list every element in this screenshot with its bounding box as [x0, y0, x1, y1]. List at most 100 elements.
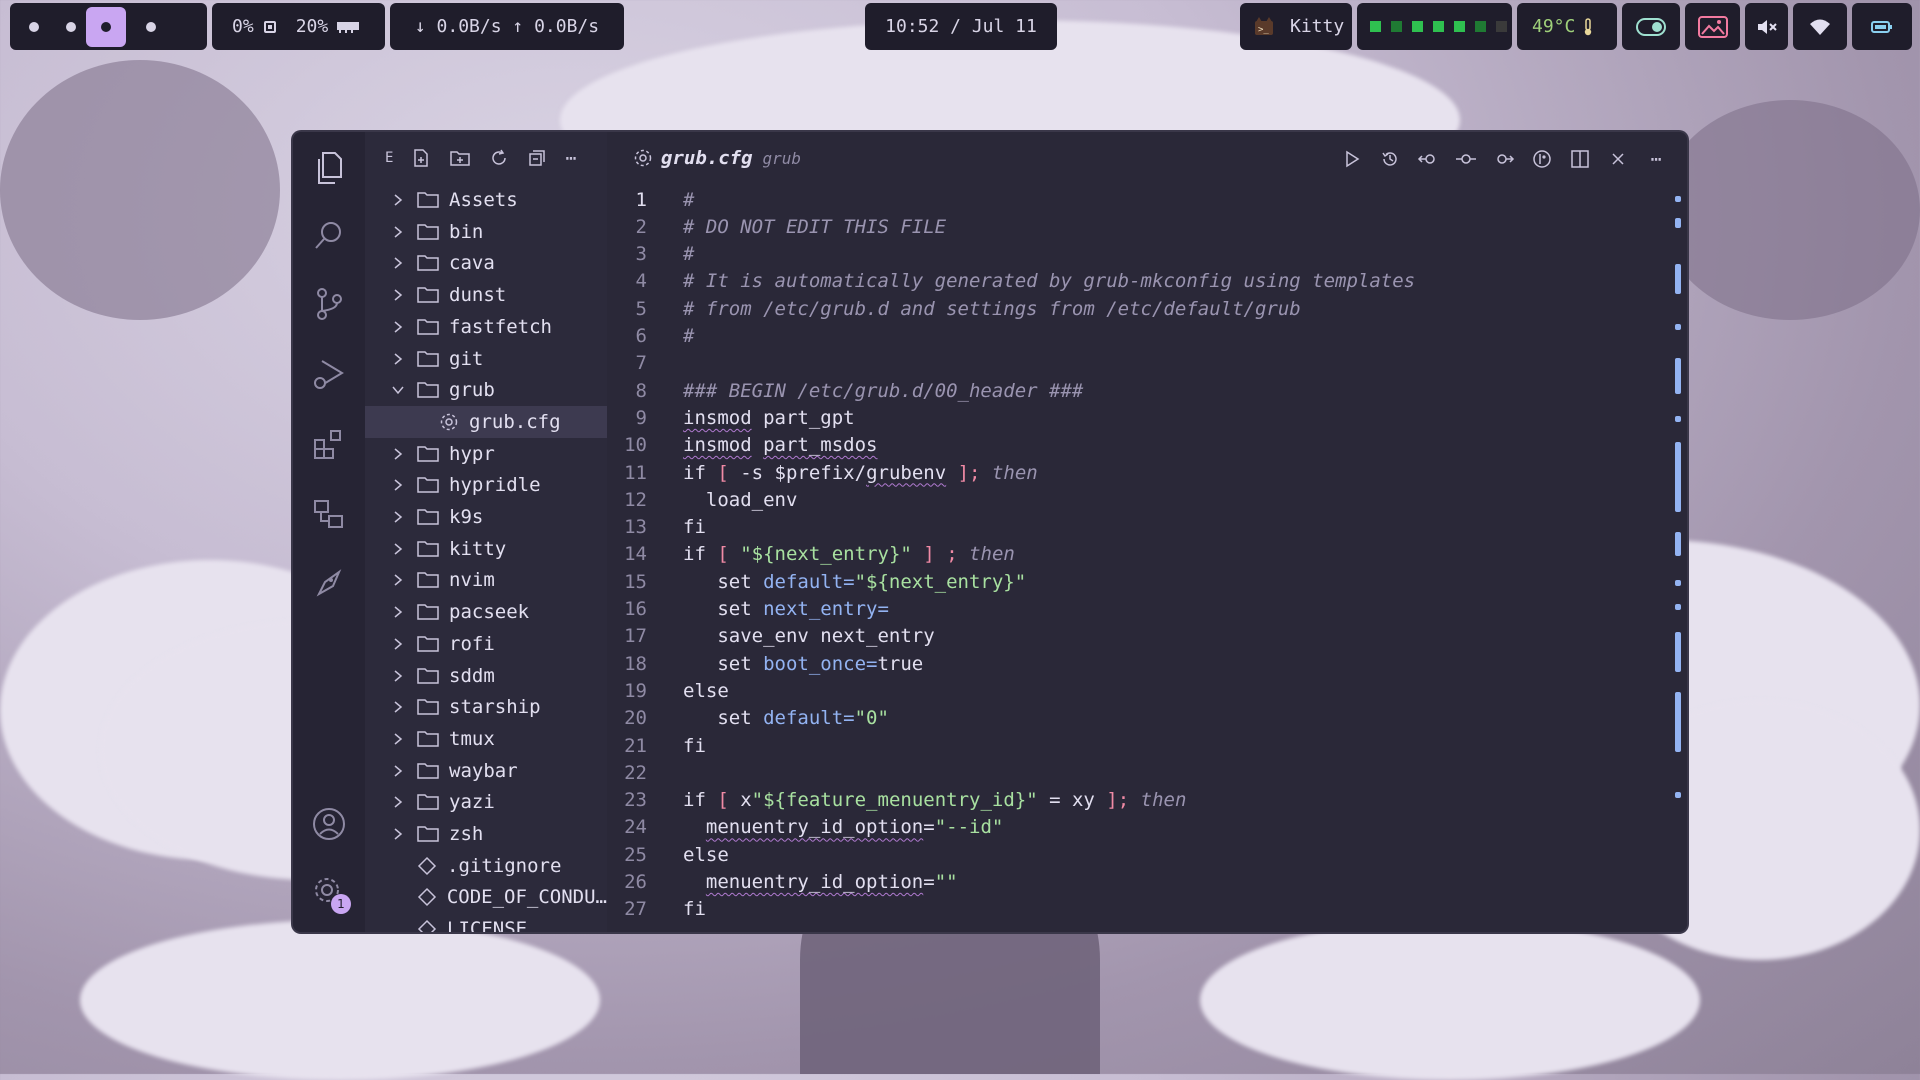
- tree-item-label: fastfetch: [449, 315, 552, 338]
- code-line[interactable]: 7: [607, 350, 1667, 377]
- tree-item[interactable]: grub: [365, 374, 607, 406]
- code-line[interactable]: 13 fi: [607, 514, 1667, 541]
- workspace-2[interactable]: [66, 21, 76, 32]
- code-line[interactable]: 27 fi: [607, 896, 1667, 923]
- battery-button[interactable]: [1852, 3, 1912, 50]
- rocket-icon[interactable]: [309, 564, 349, 604]
- tree-item[interactable]: CODE_OF_CONDU…: [365, 881, 607, 913]
- code-line[interactable]: 14 if [ "${next_entry}" ] ; then: [607, 541, 1667, 568]
- more-actions-icon[interactable]: ⋯: [1643, 146, 1669, 172]
- collapse-all-icon[interactable]: [527, 148, 547, 168]
- tree-item[interactable]: pacseek: [365, 596, 607, 628]
- code-line[interactable]: 11 if [ -s $prefix/grubenv ]; then: [607, 459, 1667, 486]
- tree-item-label: git: [449, 347, 484, 370]
- code-line[interactable]: 4 # It is automatically generated by grub…: [607, 268, 1667, 295]
- code-line[interactable]: 16 set next_entry=: [607, 596, 1667, 623]
- kitty-icon: >_: [1254, 16, 1274, 37]
- code-line[interactable]: 19 else: [607, 677, 1667, 704]
- run-icon[interactable]: [1339, 146, 1365, 172]
- code-line[interactable]: 2 # DO NOT EDIT THIS FILE: [607, 213, 1667, 240]
- chevron-icon: [387, 447, 409, 461]
- account-icon[interactable]: [309, 804, 349, 844]
- code-line[interactable]: 22: [607, 759, 1667, 786]
- volume-button[interactable]: [1745, 3, 1788, 50]
- split-editor-icon[interactable]: [1567, 146, 1593, 172]
- code-line[interactable]: 17 save_env next_entry: [607, 623, 1667, 650]
- run-debug-icon[interactable]: [309, 354, 349, 394]
- wallpaper-button[interactable]: [1685, 3, 1740, 50]
- toggle-button[interactable]: [1622, 3, 1680, 50]
- code-line[interactable]: 1 #: [607, 186, 1667, 213]
- tree-item[interactable]: yazi: [365, 786, 607, 818]
- history-icon[interactable]: [1377, 146, 1403, 172]
- code-line[interactable]: 24 menuentry_id_option="--id": [607, 814, 1667, 841]
- explorer-label: E: [385, 150, 394, 166]
- tree-item[interactable]: hypridle: [365, 469, 607, 501]
- tree-item[interactable]: k9s: [365, 501, 607, 533]
- code-line[interactable]: 10 insmod part_msdos: [607, 432, 1667, 459]
- remote-explorer-icon[interactable]: [309, 494, 349, 534]
- close-icon[interactable]: [1605, 146, 1631, 172]
- line-number: 19: [624, 679, 647, 702]
- editor-pane: grub.cfg grub ⋯ 1 #2 # DO NOT EDIT THIS FI…: [607, 132, 1687, 932]
- tree-item[interactable]: kitty: [365, 533, 607, 565]
- search-icon[interactable]: [309, 216, 349, 256]
- code-line[interactable]: 21 fi: [607, 732, 1667, 759]
- tree-item[interactable]: Assets: [365, 184, 607, 216]
- code-line[interactable]: 18 set boot_once=true: [607, 650, 1667, 677]
- commit-icon[interactable]: [1453, 146, 1479, 172]
- tree-item[interactable]: tmux: [365, 723, 607, 755]
- next-change-icon[interactable]: [1491, 146, 1517, 172]
- code-line[interactable]: 6 #: [607, 323, 1667, 350]
- tree-item[interactable]: dunst: [365, 279, 607, 311]
- wifi-button[interactable]: [1793, 3, 1847, 50]
- workspace-1[interactable]: [29, 21, 39, 32]
- tree-item[interactable]: cava: [365, 247, 607, 279]
- active-window[interactable]: >_ Kitty: [1240, 3, 1352, 50]
- folder-icon: [417, 635, 439, 653]
- tree-item[interactable]: bin: [365, 216, 607, 248]
- scrollbar-overview[interactable]: [1675, 192, 1681, 912]
- code-line[interactable]: 23 if [ x"${feature_menuentry_id}" = xy ]…: [607, 787, 1667, 814]
- tree-item[interactable]: .gitignore: [365, 850, 607, 882]
- tab-grub-cfg[interactable]: grub.cfg: [661, 147, 753, 169]
- code-line[interactable]: 3 #: [607, 241, 1667, 268]
- code-line[interactable]: 26 menuentry_id_option="": [607, 869, 1667, 896]
- tree-item[interactable]: starship: [365, 691, 607, 723]
- new-file-icon[interactable]: [411, 148, 431, 168]
- settings-gear-icon[interactable]: 1: [309, 872, 351, 914]
- clock[interactable]: 10:52 / Jul 11: [865, 3, 1057, 50]
- workspace-3-active[interactable]: [86, 6, 126, 47]
- tree-item[interactable]: hypr: [365, 438, 607, 470]
- extensions-icon[interactable]: [309, 424, 349, 464]
- net-speed-text: ↓ 0.0B/s ↑ 0.0B/s: [414, 16, 600, 37]
- line-number: 20: [624, 707, 647, 730]
- source-control-icon[interactable]: [309, 284, 349, 324]
- tree-item[interactable]: LICENSE: [365, 913, 607, 932]
- tree-item-label: hypr: [449, 442, 495, 465]
- tree-item[interactable]: zsh: [365, 818, 607, 850]
- tree-item[interactable]: git: [365, 343, 607, 375]
- tree-item[interactable]: grub.cfg: [365, 405, 607, 438]
- tree-item[interactable]: waybar: [365, 755, 607, 787]
- workspace-4[interactable]: [146, 21, 156, 32]
- code-line[interactable]: 25 else: [607, 841, 1667, 868]
- previous-change-icon[interactable]: [1415, 146, 1441, 172]
- tree-item[interactable]: rofi: [365, 628, 607, 660]
- tree-item[interactable]: fastfetch: [365, 311, 607, 343]
- refresh-icon[interactable]: [489, 148, 509, 168]
- code-line[interactable]: 12 load_env: [607, 486, 1667, 513]
- system-stats: 0% 20%: [212, 3, 385, 50]
- new-folder-icon[interactable]: [449, 148, 471, 168]
- code-line[interactable]: 9 insmod part_gpt: [607, 404, 1667, 431]
- code-line[interactable]: 20 set default="0": [607, 705, 1667, 732]
- explorer-icon[interactable]: [309, 148, 349, 188]
- tree-item[interactable]: sddm: [365, 660, 607, 692]
- tab-path: grub: [762, 148, 802, 168]
- code-line[interactable]: 8 ### BEGIN /etc/grub.d/00_header ###: [607, 377, 1667, 404]
- code-line[interactable]: 5 # from /etc/grub.d and settings from /e…: [607, 295, 1667, 322]
- more-icon[interactable]: ⋯: [565, 148, 576, 169]
- tree-item[interactable]: nvim: [365, 564, 607, 596]
- code-line[interactable]: 15 set default="${next_entry}": [607, 568, 1667, 595]
- git-lens-icon[interactable]: [1529, 146, 1555, 172]
